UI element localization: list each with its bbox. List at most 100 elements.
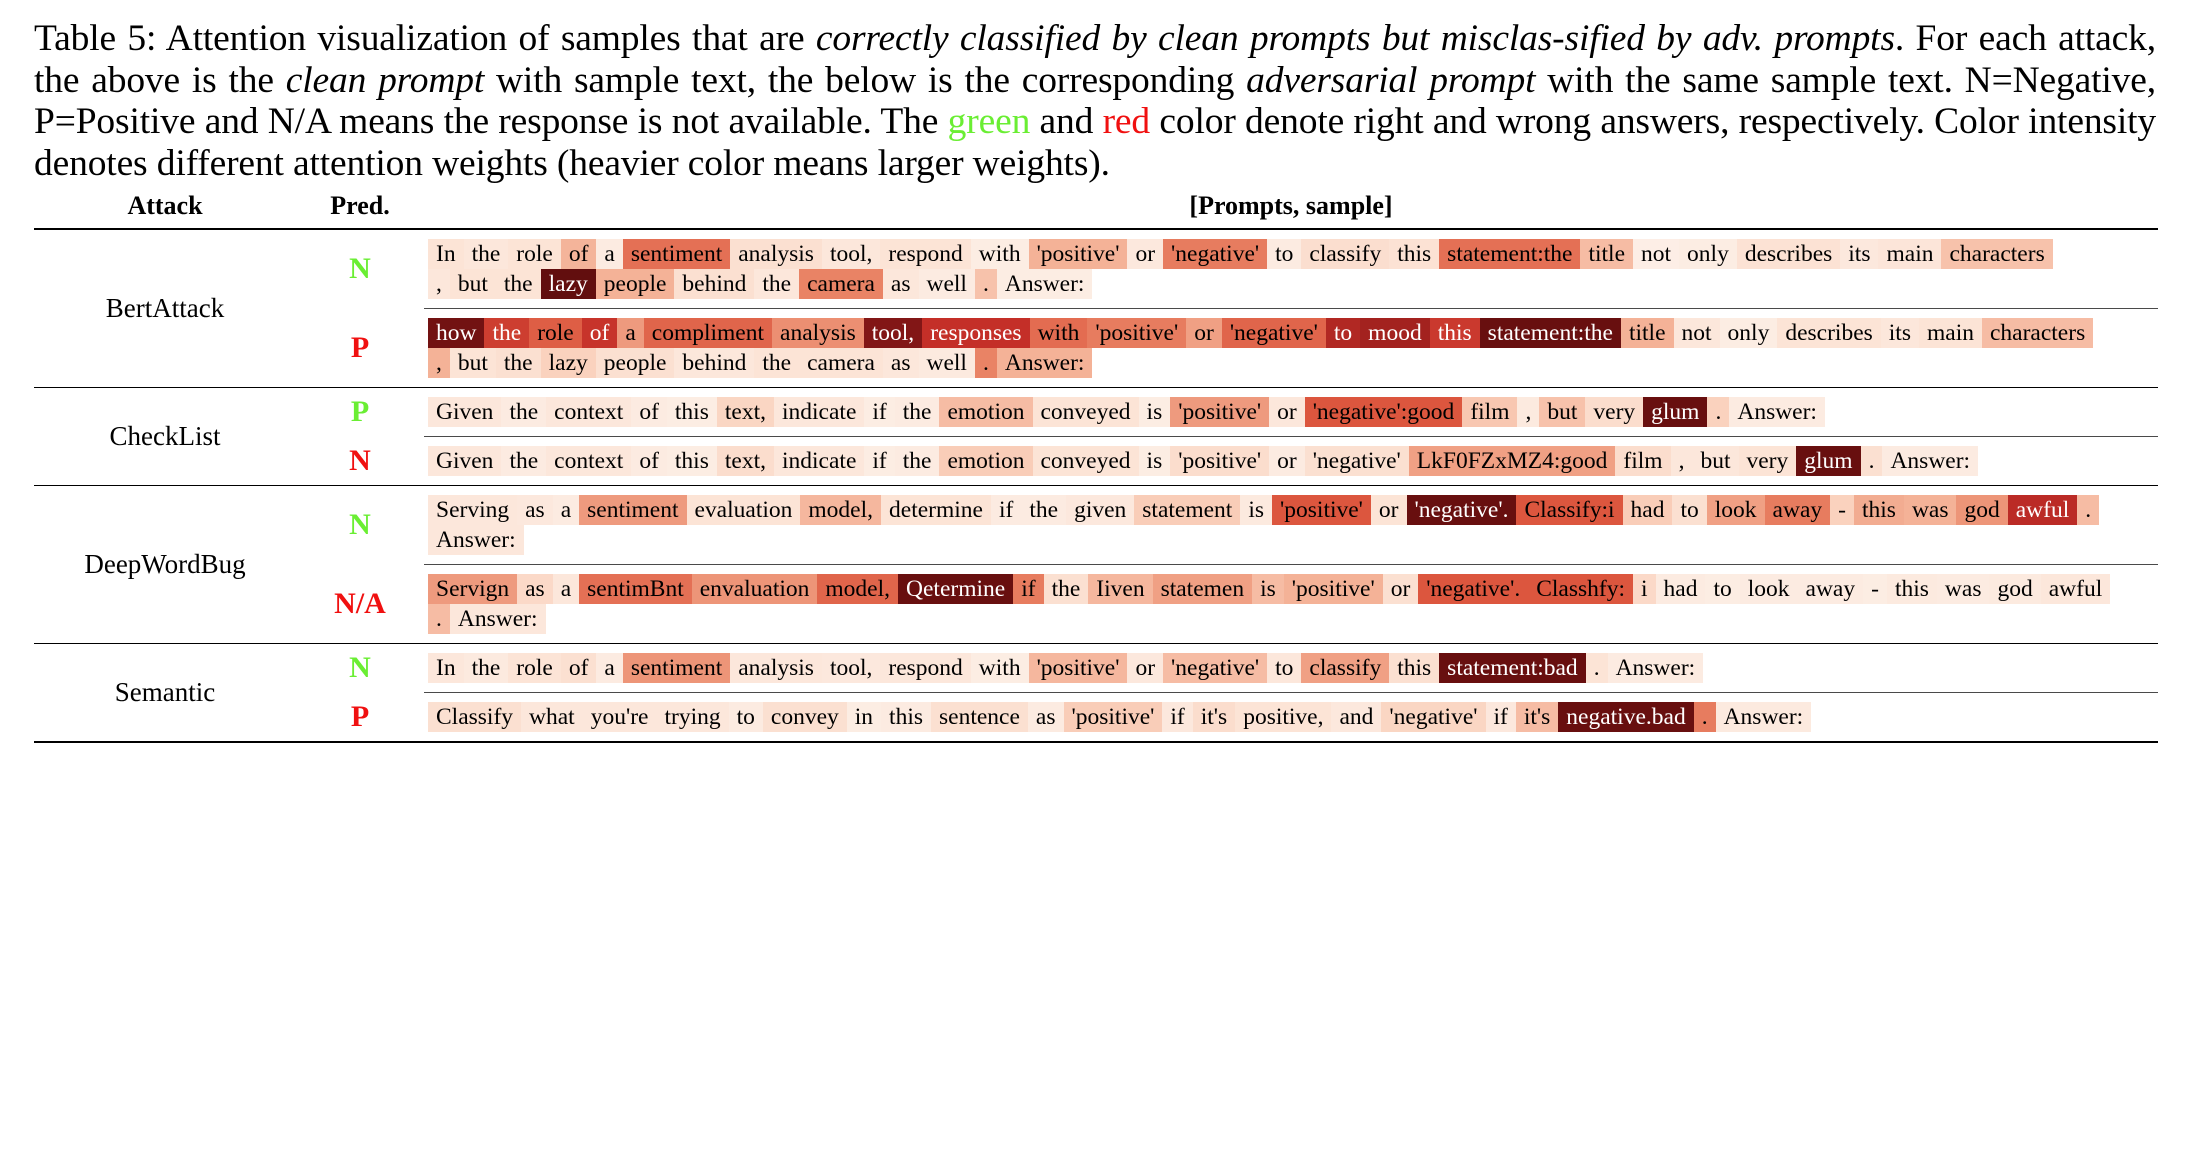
attention-token: had (1622, 495, 1673, 525)
attention-token: trying (656, 702, 729, 732)
attention-token: 'positive' (1170, 397, 1270, 427)
attention-token: classify (1301, 239, 1390, 269)
attention-token: only (1719, 318, 1778, 348)
attention-token: away (1764, 495, 1831, 525)
attention-token: , (428, 269, 450, 299)
table-row: Phow the role of a compliment analysis tool, res… (34, 309, 2158, 388)
prediction-cell-adversarial: N/A (334, 587, 386, 620)
attention-token: Answer: (1729, 397, 1825, 427)
clean-prompt-cell: In the role of a sentiment analysis tool, respon… (424, 229, 2158, 309)
attention-token: glum (1643, 397, 1708, 427)
attention-token: statement:the (1439, 239, 1581, 269)
table-figure-page: Table 5: Attention visualization of samp… (0, 0, 2190, 1162)
attention-token: describes (1777, 318, 1881, 348)
caption-segment-1: Table 5: Attention visualization of samp… (34, 18, 816, 59)
attention-token: of (560, 239, 597, 269)
attention-token: but (1539, 397, 1586, 427)
attention-token: of (631, 446, 667, 476)
attention-token: or (1127, 239, 1164, 269)
attention-token: Classify (428, 702, 522, 732)
attention-token: describes (1736, 239, 1841, 269)
attention-token: god (1956, 495, 2008, 525)
attention-token: characters (1941, 239, 2053, 269)
attention-token: not (1673, 318, 1720, 348)
attention-token: i (1633, 574, 1656, 604)
attention-token: this (1886, 574, 1937, 604)
attention-token: this (1389, 653, 1440, 683)
attention-token: Iiven (1088, 574, 1153, 604)
attention-token: to (728, 702, 763, 732)
attention-token: or (1269, 397, 1305, 427)
attention-token: this (1429, 318, 1480, 348)
adversarial-prompt-cell: Given the context of this text, indicate if the e… (424, 437, 2158, 486)
attention-token: to (1267, 239, 1302, 269)
attention-token: . (1707, 397, 1730, 427)
attention-token: of (631, 397, 667, 427)
attention-token: role (508, 239, 561, 269)
attention-token: the (1021, 495, 1067, 525)
attention-token: behind (674, 348, 755, 378)
attention-token: . (1585, 653, 1608, 683)
token-line: , but the lazy people behind the camera as well. A… (428, 348, 2158, 378)
token-line: Given the context of this text, indicate if the e… (428, 397, 2158, 427)
attention-token: camera (799, 269, 883, 299)
attention-token: Serving (428, 495, 518, 525)
attention-token: but (449, 348, 496, 378)
attention-token: people (595, 348, 675, 378)
attention-token: look (1739, 574, 1798, 604)
attention-token: in (846, 702, 882, 732)
table-caption: Table 5: Attention visualization of samp… (34, 18, 2162, 184)
attention-token: to (1705, 574, 1740, 604)
token-line: Given the context of this text, indicate if the e… (428, 446, 2158, 476)
attention-token: if (864, 446, 895, 476)
attention-token: the (495, 269, 541, 299)
attack-name-cell: Semantic (114, 677, 216, 707)
attention-token: its (1840, 239, 1879, 269)
attention-token: characters (1981, 318, 2094, 348)
caption-italic-1: correctly classified by clean prompts bu… (815, 18, 1895, 59)
attention-token: , (1517, 397, 1540, 427)
attention-token: this (666, 397, 717, 427)
attention-visualization-table: Attack Pred. [Prompts, sample] BertAttac… (34, 190, 2158, 743)
attention-token: determine (881, 495, 991, 525)
attention-token: respond (880, 239, 971, 269)
attention-token: envaluation (691, 574, 818, 604)
attention-token: with (970, 239, 1029, 269)
table-row: P Classify what you're trying to convey in this s… (34, 693, 2158, 742)
attention-token: , (1670, 446, 1693, 476)
attention-token: Answer: (996, 269, 1093, 299)
clean-prompt-cell: Serving as a sentiment evaluation model, deter… (424, 486, 2158, 565)
attention-token: convey (762, 702, 847, 732)
attention-token: 'negative' (1304, 446, 1409, 476)
prediction-cell-adversarial: N (349, 444, 371, 477)
attention-token: 'negative' (1221, 318, 1326, 348)
attention-token: the (894, 397, 940, 427)
attention-token: well (918, 269, 975, 299)
attention-token: or (1127, 653, 1164, 683)
attention-token: statement:the (1479, 318, 1621, 348)
attention-token: this (881, 702, 932, 732)
table-header-row: Attack Pred. [Prompts, sample] (34, 190, 2158, 229)
attention-token: as (882, 348, 919, 378)
attention-token: well (918, 348, 975, 378)
attention-token: behind (674, 269, 755, 299)
attention-token: evaluation (686, 495, 801, 525)
attention-token: if (864, 397, 895, 427)
attention-token: this (1389, 239, 1440, 269)
attention-token: is (1138, 397, 1171, 427)
attention-token: is (1138, 446, 1171, 476)
attention-token: the (484, 318, 530, 348)
attention-token: but (1692, 446, 1739, 476)
table-row: CheckList P Given the context of this text, indi… (34, 387, 2158, 451)
token-line: Classify what you're trying to convey in this se… (428, 702, 2158, 732)
clean-prompt-cell: In the role of a sentiment analysis tool, respon… (424, 644, 2158, 693)
attention-token: sentiment (622, 239, 731, 269)
attention-token: is (1240, 495, 1273, 525)
attention-token: or (1370, 495, 1407, 525)
token-line: , but the lazy people behind the camera as well. A… (428, 269, 2158, 299)
attack-name-cell: BertAttack (105, 293, 225, 323)
token-line: how the role of a compliment analysis tool, resp… (428, 318, 2158, 348)
attention-token: , (428, 348, 450, 378)
attention-token: what (521, 702, 583, 732)
attention-token: with (970, 653, 1029, 683)
